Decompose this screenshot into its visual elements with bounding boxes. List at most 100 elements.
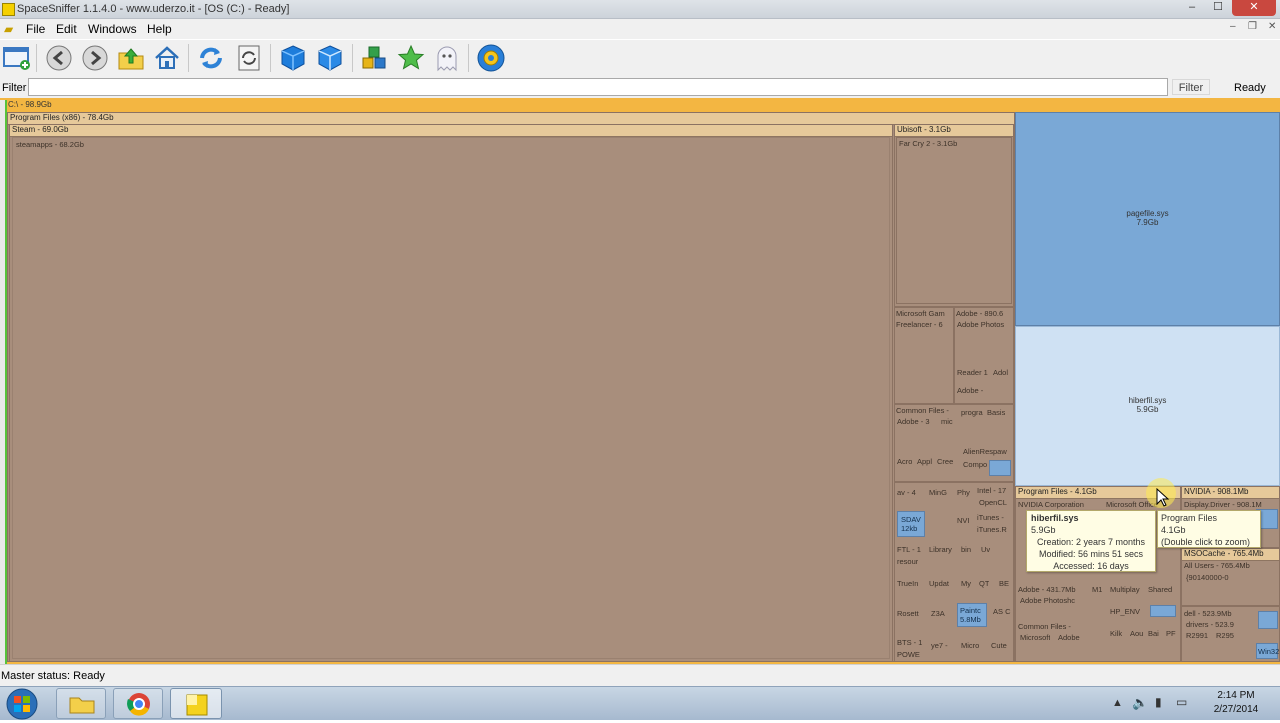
uv-label: Uv: [981, 545, 991, 554]
misc-folders-block[interactable]: av - 4 MinG Phy Intel - 17 OpenCL SDAV 1…: [894, 482, 1014, 661]
rosett-label: Rosett: [897, 609, 919, 618]
itunes-label: iTunes -: [977, 513, 1004, 522]
steamapps-block[interactable]: steamapps - 68.2Gb: [12, 137, 890, 659]
left-gutter: [0, 100, 7, 666]
windows-logo-icon: [6, 688, 38, 720]
filter-bar: Filter Filter Ready: [0, 78, 1280, 98]
opencl-label: OpenCL: [979, 498, 1007, 507]
network-icon[interactable]: ▮: [1155, 695, 1162, 709]
tray-clock[interactable]: 2:14 PM 2/27/2014: [1200, 689, 1272, 717]
ghost-button[interactable]: [432, 43, 462, 73]
menu-windows[interactable]: Windows: [88, 22, 137, 36]
adobe-photoshop2-label: Adobe Photoshc: [1020, 596, 1076, 605]
compo-file-block[interactable]: [989, 460, 1011, 476]
spacesniffer-icon: [186, 694, 208, 716]
close-button[interactable]: ✕: [1232, 0, 1276, 16]
adobe-890-block[interactable]: Adobe - 890.6 Adobe Photos Reader 1 Adol…: [954, 307, 1014, 404]
menu-file[interactable]: File: [26, 22, 45, 36]
maximize-button[interactable]: ☐: [1206, 0, 1230, 16]
minimize-button[interactable]: ‒: [1180, 0, 1204, 16]
steam-block[interactable]: Steam - 69.0Gb steamapps - 68.2Gb: [9, 124, 893, 661]
back-arrow-icon: [46, 45, 72, 71]
paintc-label: Paintc: [960, 606, 981, 615]
tray-arrow-icon[interactable]: ▲: [1112, 697, 1123, 709]
compo-label: Compo: [963, 460, 988, 469]
blue-cube-icon: [281, 45, 305, 71]
microsoft-games-block[interactable]: Microsoft Gam Freelancer - 6: [894, 307, 954, 404]
rescan-button[interactable]: [234, 43, 264, 73]
hiberfil-block[interactable]: hiberfil.sys 5.9Gb: [1015, 326, 1280, 486]
taskbar-explorer[interactable]: [56, 688, 106, 719]
home-button[interactable]: [152, 43, 182, 73]
sdav-block[interactable]: SDAV 12kb: [897, 511, 925, 537]
menu-help[interactable]: Help: [147, 22, 172, 36]
alienrespawn-label: AlienRespaw: [963, 447, 1007, 456]
dell-block[interactable]: dell - 523.9Mb drivers - 523.9 R2991 R29…: [1181, 606, 1280, 662]
common-files-label: Common Files -: [896, 406, 949, 415]
forward-button[interactable]: [80, 43, 110, 73]
mdi-minimize-button[interactable]: –: [1230, 21, 1236, 32]
dell-file-block[interactable]: [1258, 611, 1278, 629]
ubisoft-block[interactable]: Ubisoft - 3.1Gb Far Cry 2 - 3.1Gb: [894, 124, 1014, 307]
toolbar: [0, 40, 1280, 78]
taskbar-spacesniffer[interactable]: [170, 688, 222, 719]
favorites-button[interactable]: [396, 43, 426, 73]
z3a-label: Z3A: [931, 609, 945, 618]
mdi-restore-button[interactable]: ❐: [1248, 21, 1257, 32]
win32-label: Win32: [1258, 647, 1280, 656]
home-icon: [155, 46, 179, 69]
paintc-block[interactable]: Paintc 5.8Mb: [957, 603, 987, 627]
mdi-close-button[interactable]: ✕: [1268, 21, 1276, 32]
treemap[interactable]: C:\ - 98.9Gb Program Files (x86) - 78.4G…: [0, 98, 1280, 666]
filter-button[interactable]: Filter: [1172, 79, 1210, 95]
resour-label: resour: [897, 557, 919, 566]
refresh-icon: [200, 47, 222, 69]
program-files-x86-block[interactable]: Program Files (x86) - 78.4Gb Steam - 69.…: [7, 112, 1015, 662]
drivers-label: drivers - 523.9: [1186, 620, 1234, 629]
volume-icon[interactable]: 🔈: [1132, 695, 1148, 711]
menu-edit[interactable]: Edit: [56, 22, 77, 36]
truein-label: TrueIn: [897, 579, 919, 588]
msocache-block[interactable]: MSOCache - 765.4Mb All Users - 765.4Mb {…: [1181, 548, 1280, 606]
ubisoft-label: Ubisoft - 3.1Gb: [895, 125, 1013, 137]
win32-block[interactable]: Win32: [1256, 643, 1280, 659]
bts-label: BTS - 1: [897, 638, 923, 647]
shared-file-block[interactable]: [1150, 605, 1176, 617]
zoom-in-button[interactable]: [278, 43, 308, 73]
mic-label: mic: [941, 417, 953, 426]
filter-input[interactable]: [28, 78, 1168, 96]
av-label: av - 4: [897, 488, 916, 497]
start-button[interactable]: [4, 688, 40, 720]
taskbar: ▲ 🔈 ▮ ▭ 2:14 PM 2/27/2014: [0, 686, 1280, 720]
new-scan-button[interactable]: [2, 43, 32, 73]
reader-label: Reader 1: [957, 368, 988, 377]
far-cry-block[interactable]: Far Cry 2 - 3.1Gb: [896, 137, 1012, 304]
status-text: Master status: Ready: [1, 670, 105, 682]
root-label: C:\ - 98.9Gb: [8, 100, 52, 109]
common-files-block[interactable]: Common Files - Adobe - 3 mic progra Basi…: [894, 404, 1014, 482]
zoom-out-button[interactable]: [315, 43, 345, 73]
power-icon[interactable]: ▭: [1176, 695, 1187, 709]
nvi-label: NVI: [957, 516, 970, 525]
clock-date: 2/27/2014: [1213, 704, 1259, 715]
tagging-button[interactable]: [360, 43, 390, 73]
progra-label: progra: [961, 408, 983, 417]
adobe-431-label: Adobe - 431.7Mb: [1018, 585, 1076, 594]
forward-arrow-icon: [82, 45, 108, 71]
taskbar-chrome[interactable]: [113, 688, 163, 719]
back-button[interactable]: [44, 43, 74, 73]
settings-button[interactable]: [476, 43, 506, 73]
refresh-button[interactable]: [196, 43, 226, 73]
ghost-icon: [437, 46, 457, 72]
be-label: BE: [999, 579, 1010, 588]
cute-label: Cute: [991, 641, 1007, 650]
menu-bar: ▰ File Edit Windows Help – ❐ ✕: [0, 19, 1280, 39]
colored-blocks-icon: [362, 46, 386, 69]
pagefile-block[interactable]: pagefile.sys 7.9Gb: [1015, 112, 1280, 326]
up-folder-button[interactable]: [116, 43, 146, 73]
bai-label: Bai: [1148, 629, 1159, 638]
multiplay-label: Multiplay: [1110, 585, 1140, 594]
tooltip-creation: Creation: 2 years 7 months: [1036, 537, 1146, 547]
basis-label: Basis: [987, 408, 1006, 417]
asc-label: AS C: [993, 607, 1011, 616]
